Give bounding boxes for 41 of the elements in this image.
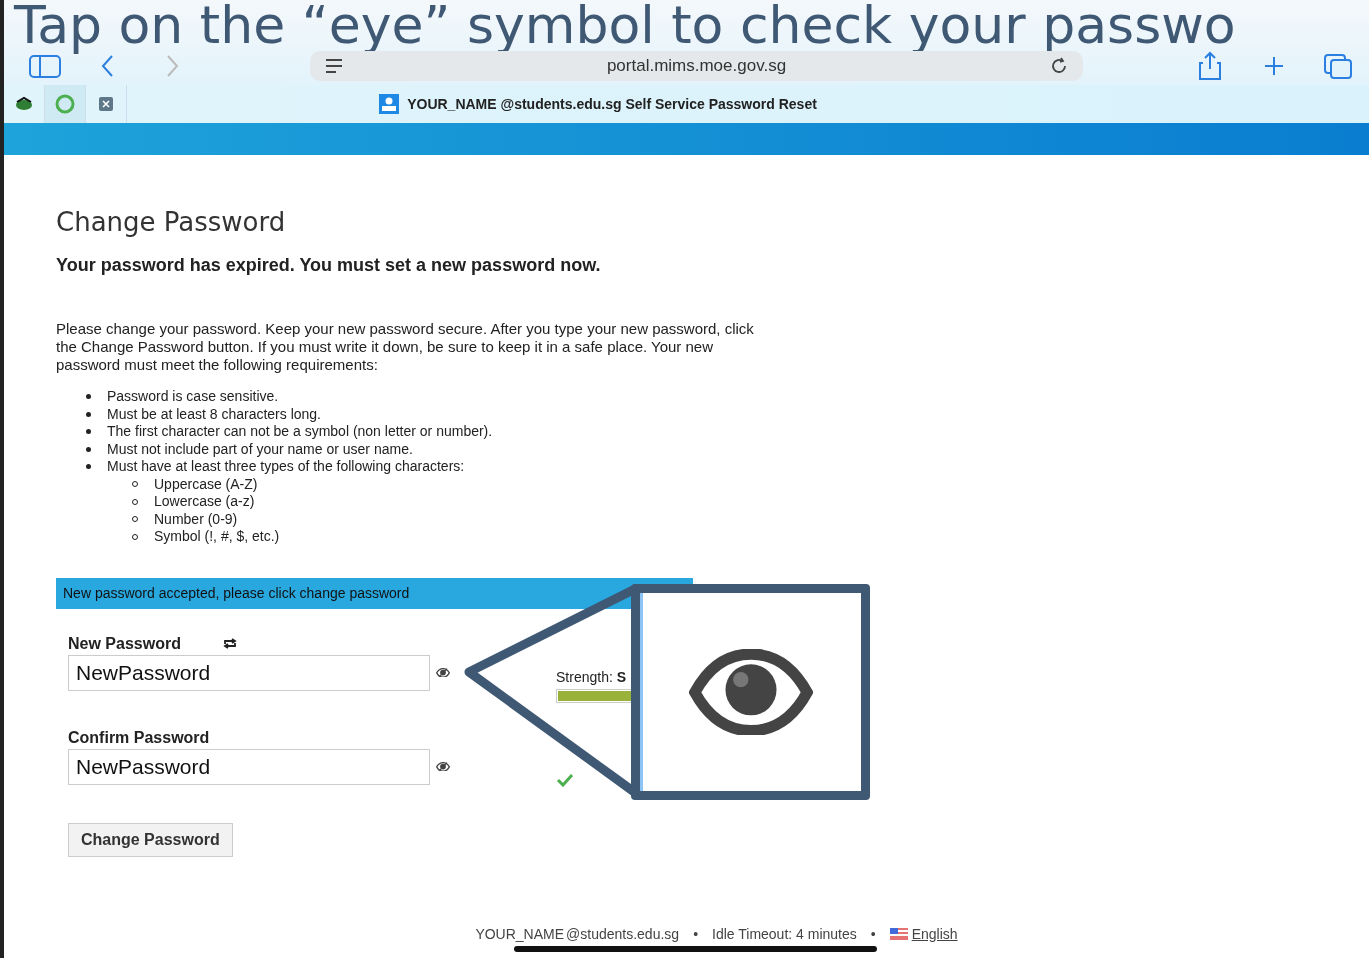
strength-label: Strength: [556,668,613,685]
address-bar[interactable]: portal.mims.moe.gov.sg [310,51,1083,81]
reader-icon[interactable] [324,57,344,75]
refresh-circle-icon [55,94,75,114]
intro-text: Please change your password. Keep your new password secure. After you type your new password, click the Change Password button. If you must write it down, be sure to keep it in a safe place. Your new password must meet the following requirements: [56,320,755,374]
reload-icon[interactable] [1049,56,1069,76]
tabs-icon[interactable] [1321,51,1355,81]
requirement-text: Must be at least 8 characters long. [107,405,321,423]
separator-dot: • [693,926,699,942]
generate-icon[interactable] [222,638,237,649]
user-card-icon [379,94,400,114]
footer-text: Idle Timeout: 4 minutes [712,926,857,942]
expired-message: Your password has expired. You must set a new password now. [56,255,602,276]
language-link[interactable]: English [911,926,958,942]
requirement-text: Symbol (!, #, $, etc.) [154,528,280,546]
requirement-text: Must have at least three types of the following characters: [107,458,465,476]
tab-title: YOUR_NAME @students.edu.sg Self Service Password Reset [407,96,817,112]
password-field[interactable]: NewPassword [68,748,430,785]
user-name: YOUR_NAME [475,926,565,942]
footer-text: @students.edu.sg [566,926,680,942]
separator-dot: • [870,926,876,942]
success-banner: New password accepted, please click change password [56,577,693,609]
requirement-text: Password is case sensitive. [107,388,279,406]
strength-value: S [616,668,627,685]
field-label: Confirm Password [68,728,210,747]
field-label: New Password [68,634,181,653]
requirement-text: Uppercase (A-Z) [154,475,258,493]
requirement-text: The first character can not be a symbol (non letter or number). [107,423,493,441]
change-password-button[interactable]: Change Password [68,822,233,857]
eye-icon[interactable] [436,667,450,678]
magnified-eye-icon [688,648,813,736]
eye-icon[interactable] [436,761,450,772]
url-text: portal.mims.moe.gov.sg [605,56,788,76]
password-field[interactable]: NewPassword [68,654,430,691]
page-title: Change Password [56,207,287,237]
requirement-text: Number (0-9) [154,510,238,528]
requirement-text: Lowercase (a-z) [154,493,255,511]
bird-icon [14,96,34,112]
requirement-text: Must not include part of your name or user name. [107,440,413,458]
flag-icon [889,928,908,940]
close-icon[interactable] [99,97,113,111]
